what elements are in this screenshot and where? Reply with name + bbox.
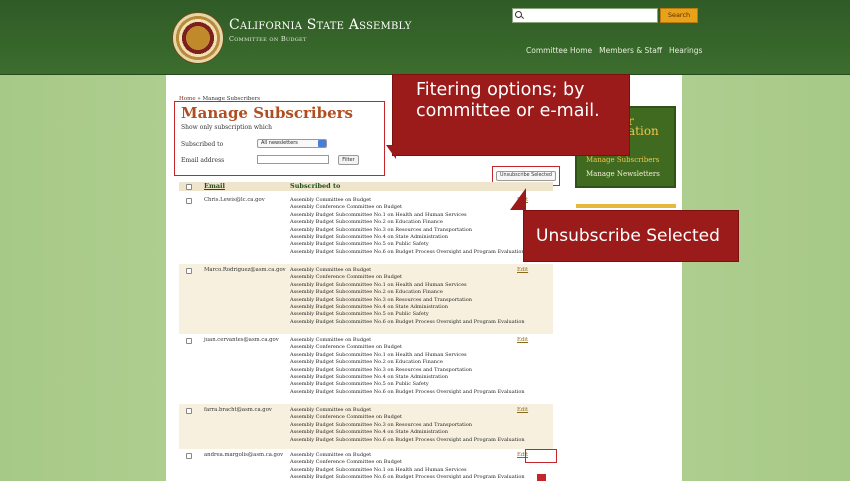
table-header [179, 182, 553, 191]
select-all-checkbox[interactable] [186, 184, 192, 190]
row-email: Marco.Rodriguez@asm.ca.gov [204, 267, 286, 273]
row-subscriptions: Assembly Committee on Budget Assembly Con… [290, 452, 525, 481]
top-navigation: Committee Home Members & Staff Hearings [526, 46, 702, 55]
subscription-item: Assembly Conference Committee on Budget [290, 274, 402, 281]
subscription-item: Assembly Budget Subcommittee No.1 on Hea… [290, 211, 467, 218]
subscription-item: Assembly Committee on Budget [290, 452, 372, 458]
row-checkbox[interactable] [186, 453, 192, 459]
subscription-item: Assembly Budget Subcommittee No.1 on Hea… [290, 466, 467, 473]
assembly-seal-logo[interactable] [172, 12, 224, 64]
subscription-item: Assembly Budget Subcommittee No.5 on Pub… [290, 241, 429, 248]
edit-link[interactable]: Edit [517, 337, 528, 343]
site-title[interactable]: California State Assembly [229, 17, 412, 33]
row-email: andrea.margolis@asm.ca.gov [204, 452, 284, 458]
subscription-item: Assembly Budget Subcommittee No.3 on Res… [290, 296, 472, 303]
subscription-item: Assembly Budget Subcommittee No.3 on Res… [290, 226, 472, 233]
subscription-item: Assembly Conference Committee on Budget [290, 414, 402, 421]
nav-hearings[interactable]: Hearings [669, 46, 702, 55]
row-subscriptions: Assembly Committee on Budget Assembly Con… [290, 337, 525, 396]
row-subscriptions: Assembly Committee on Budget Assembly Con… [290, 267, 525, 326]
row-email: farra.bracht@asm.ca.gov [204, 407, 272, 413]
column-header-subscribed: Subscribed to [290, 182, 341, 190]
subscription-item: Assembly Budget Subcommittee No.4 on Sta… [290, 374, 448, 381]
subscription-item: Assembly Budget Subcommittee No.5 on Pub… [290, 381, 429, 388]
table-row: juan.cervantes@asm.ca.gov Assembly Commit… [179, 334, 553, 404]
subscription-item: Assembly Budget Subcommittee No.3 on Res… [290, 421, 472, 428]
subscription-item: Assembly Conference Committee on Budget [290, 459, 402, 466]
edit-link[interactable]: Edit [517, 407, 528, 413]
row-email: juan.cervantes@asm.ca.gov [204, 337, 279, 343]
subscription-item: Assembly Budget Subcommittee No.1 on Hea… [290, 351, 467, 358]
search-input[interactable] [512, 8, 658, 23]
subscription-item: Assembly Budget Subcommittee No.3 on Res… [290, 366, 472, 373]
filter-callout-pointer [386, 145, 396, 159]
sidebar-title: r ation [628, 114, 659, 138]
row-subscriptions: Assembly Committee on Budget Assembly Con… [290, 407, 525, 444]
column-header-email[interactable]: Email [204, 182, 225, 190]
highlight-marker [537, 474, 546, 481]
table-row: farra.bracht@asm.ca.gov Assembly Committe… [179, 404, 553, 449]
sidebar-item-manage-subscribers[interactable]: Manage Subscribers [586, 156, 659, 164]
table-row: andrea.margolis@asm.ca.gov Assembly Commi… [179, 449, 553, 481]
edit-link[interactable]: Edit [517, 267, 528, 273]
subscription-item: Assembly Committee on Budget [290, 337, 372, 343]
subscription-item: Assembly Budget Subcommittee No.2 on Edu… [290, 289, 443, 296]
subscription-item: Assembly Budget Subcommittee No.5 on Pub… [290, 311, 429, 318]
subscription-item: Assembly Conference Committee on Budget [290, 344, 402, 351]
nav-members-staff[interactable]: Members & Staff [599, 46, 662, 55]
subscription-item: Assembly Conference Committee on Budget [290, 204, 402, 211]
edit-highlight-box [525, 449, 557, 463]
sidebar-item-manage-newsletters[interactable]: Manage Newsletters [586, 170, 660, 178]
subscription-item: Assembly Budget Subcommittee No.4 on Sta… [290, 429, 448, 436]
subscription-item: Assembly Budget Subcommittee No.4 on Sta… [290, 304, 448, 311]
subscription-item: Assembly Budget Subcommittee No.6 on Bud… [290, 248, 525, 255]
nav-committee-home[interactable]: Committee Home [526, 46, 592, 55]
subscription-item: Assembly Budget Subcommittee No.6 on Bud… [290, 318, 525, 325]
subscription-item: Assembly Budget Subcommittee No.6 on Bud… [290, 436, 525, 443]
site-subtitle: Committee on Budget [229, 35, 307, 43]
row-checkbox[interactable] [186, 198, 192, 204]
unsubscribe-callout-text: Unsubscribe Selected [536, 226, 720, 246]
search-button[interactable]: Search [660, 8, 698, 23]
unsubscribe-callout-pointer [510, 188, 526, 210]
row-checkbox[interactable] [186, 268, 192, 274]
subscription-item: Assembly Budget Subcommittee No.1 on Hea… [290, 281, 467, 288]
filter-highlight-box [174, 101, 385, 176]
table-row: Marco.Rodriguez@asm.ca.gov Assembly Commi… [179, 264, 553, 334]
table-row: Chris.Lewis@lc.ca.gov Assembly Committee … [179, 194, 553, 264]
filter-callout-text: Fitering options; by committee or e-mail… [416, 80, 600, 121]
row-email: Chris.Lewis@lc.ca.gov [204, 197, 265, 203]
search-icon [515, 11, 522, 18]
sidebar-gold-bar [576, 204, 676, 208]
subscription-item: Assembly Budget Subcommittee No.6 on Bud… [290, 388, 525, 395]
site-header [0, 0, 850, 75]
subscription-item: Assembly Budget Subcommittee No.4 on Sta… [290, 234, 448, 241]
row-checkbox[interactable] [186, 338, 192, 344]
subscription-item: Assembly Budget Subcommittee No.2 on Edu… [290, 219, 443, 226]
subscription-item: Assembly Committee on Budget [290, 267, 372, 273]
row-subscriptions: Assembly Committee on Budget Assembly Con… [290, 197, 525, 256]
subscription-item: Assembly Committee on Budget [290, 197, 372, 203]
row-checkbox[interactable] [186, 408, 192, 414]
subscription-item: Assembly Committee on Budget [290, 407, 372, 413]
subscription-item: Assembly Budget Subcommittee No.6 on Bud… [290, 474, 525, 481]
subscription-item: Assembly Budget Subcommittee No.2 on Edu… [290, 359, 443, 366]
